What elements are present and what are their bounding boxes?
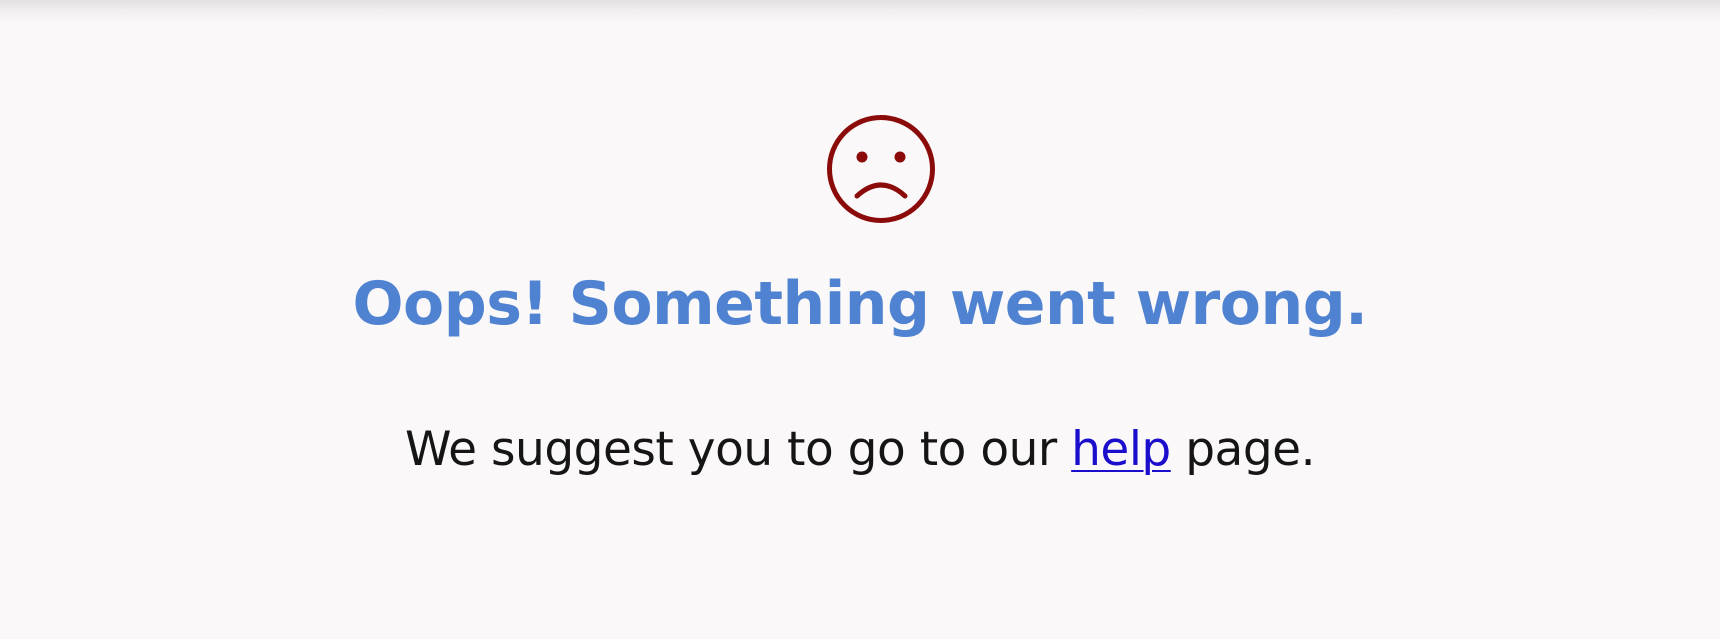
error-headline: Oops! Something went wrong. (352, 269, 1368, 339)
sad-face-icon (827, 115, 935, 223)
error-page: Oops! Something went wrong. We suggest y… (0, 0, 1720, 639)
help-link[interactable]: help (1071, 422, 1171, 477)
message-text-after: page. (1170, 422, 1316, 477)
error-message: We suggest you to go to our help page. (0, 420, 1720, 480)
message-text-before: We suggest you to go to our (404, 422, 1072, 477)
